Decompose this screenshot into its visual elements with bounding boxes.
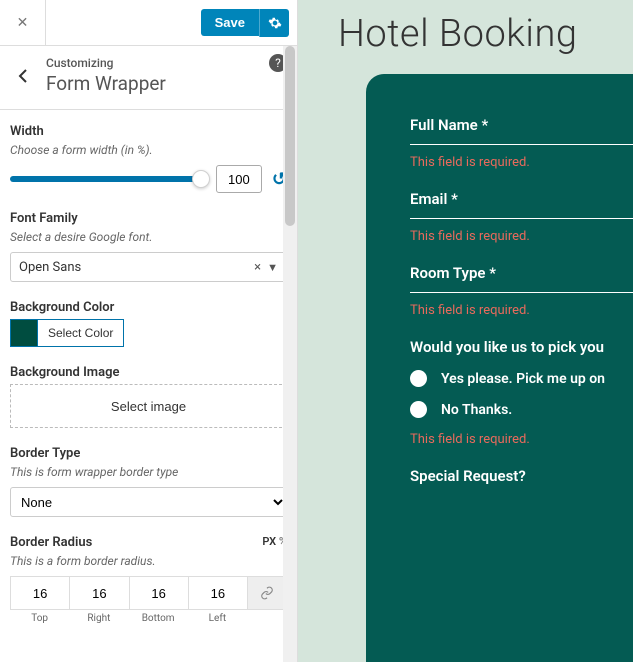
back-button[interactable] xyxy=(0,56,46,95)
pickup-error: This field is required. xyxy=(410,432,633,447)
bgimage-label: Background Image xyxy=(10,365,287,380)
close-button[interactable]: ✕ xyxy=(0,0,46,46)
radio-option-no[interactable]: No Thanks. xyxy=(410,401,633,418)
radius-left-input[interactable] xyxy=(188,576,247,610)
font-family-value: Open Sans xyxy=(19,260,81,275)
field-roomtype-label: Room Type * xyxy=(410,264,633,290)
preview-title: Hotel Booking xyxy=(298,0,633,56)
bordertype-label: Border Type xyxy=(10,446,287,461)
gear-icon xyxy=(268,16,282,30)
settings-gear-button[interactable] xyxy=(259,9,289,37)
pickup-question: Would you like us to pick you xyxy=(410,338,633,356)
radius-left-sublabel: Left xyxy=(188,613,247,624)
bordertype-desc: This is form wrapper border type xyxy=(10,465,287,479)
font-family-label: Font Family xyxy=(10,211,287,226)
font-family-select[interactable]: Open Sans × ▼ xyxy=(10,252,287,282)
field-email-input[interactable] xyxy=(410,218,633,219)
radius-top-sublabel: Top xyxy=(10,613,69,624)
save-button[interactable]: Save xyxy=(201,9,259,36)
radius-right-sublabel: Right xyxy=(69,613,128,624)
link-icon xyxy=(260,586,274,600)
radio-icon xyxy=(410,401,427,418)
select-image-button[interactable]: Select image xyxy=(10,384,287,428)
radius-link-button[interactable] xyxy=(247,576,287,610)
slider-thumb[interactable] xyxy=(192,170,210,188)
bordertype-select[interactable]: None xyxy=(10,487,287,517)
bgcolor-label: Background Color xyxy=(10,300,287,315)
scrollbar-track[interactable] xyxy=(283,46,297,662)
width-input[interactable] xyxy=(216,165,262,193)
special-request-label: Special Request? xyxy=(410,467,633,485)
field-fullname-label: Full Name * xyxy=(410,116,633,142)
radius-top-input[interactable] xyxy=(10,576,69,610)
radius-label: Border Radius PX % xyxy=(10,535,287,550)
scrollbar-thumb[interactable] xyxy=(285,46,295,226)
width-label: Width xyxy=(10,124,287,139)
radio-option-yes[interactable]: Yes please. Pick me up on xyxy=(410,370,633,387)
clear-font-icon[interactable]: × xyxy=(254,260,261,275)
radius-bottom-input[interactable] xyxy=(129,576,188,610)
chevron-left-icon xyxy=(18,68,28,84)
radio-yes-label: Yes please. Pick me up on xyxy=(441,371,605,387)
radio-no-label: No Thanks. xyxy=(441,402,512,418)
preview-pane: Hotel Booking Full Name * This field is … xyxy=(298,0,633,662)
radio-icon xyxy=(410,370,427,387)
field-roomtype-input[interactable] xyxy=(410,292,633,293)
radius-desc: This is a form border radius. xyxy=(10,554,287,568)
field-fullname-input[interactable] xyxy=(410,144,633,145)
field-email-error: This field is required. xyxy=(410,229,633,244)
select-color-button[interactable]: Select Color xyxy=(38,319,124,347)
bgcolor-swatch[interactable] xyxy=(10,319,38,347)
section-title: Form Wrapper xyxy=(46,72,283,95)
caret-down-icon: ▼ xyxy=(267,261,278,274)
width-desc: Choose a form width (in %). xyxy=(10,143,287,157)
customizing-label: Customizing xyxy=(46,56,283,70)
radius-bottom-sublabel: Bottom xyxy=(129,613,188,624)
radius-right-input[interactable] xyxy=(69,576,128,610)
font-family-desc: Select a desire Google font. xyxy=(10,230,287,244)
field-fullname-error: This field is required. xyxy=(410,155,633,170)
field-roomtype-error: This field is required. xyxy=(410,303,633,318)
width-slider[interactable] xyxy=(10,176,206,182)
field-email-label: Email * xyxy=(410,190,633,216)
form-wrapper-preview: Full Name * This field is required. Emai… xyxy=(366,74,633,662)
